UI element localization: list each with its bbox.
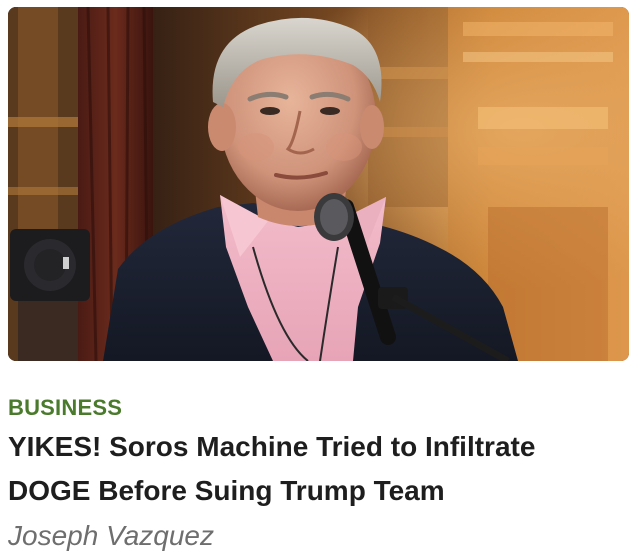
article-headline[interactable]: YIKES! Soros Machine Tried to Infiltrate… [8, 425, 623, 513]
category-label[interactable]: BUSINESS [8, 395, 122, 421]
author-name[interactable]: Joseph Vazquez [8, 519, 214, 553]
article-thumbnail[interactable] [8, 7, 629, 361]
article-card[interactable]: BUSINESS YIKES! Soros Machine Tried to I… [0, 0, 636, 558]
